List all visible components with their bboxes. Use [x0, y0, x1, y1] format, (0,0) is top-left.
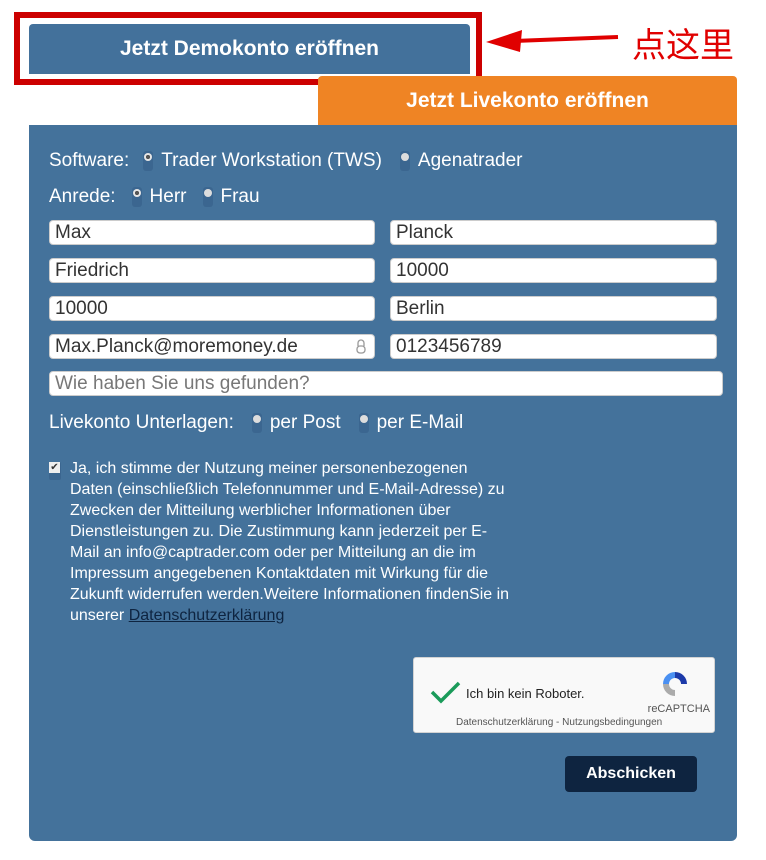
lock-icon [356, 339, 366, 354]
radio-agenatrader-label: Agenatrader [417, 150, 523, 171]
open-demo-account-tab[interactable]: Jetzt Demokonto eröffnen [29, 24, 470, 74]
recaptcha-widget[interactable]: Ich bin kein Roboter. reCAPTCHA Datensch… [413, 657, 715, 733]
radio-tws[interactable] [143, 151, 154, 171]
consent-body: Ja, ich stimme der Nutzung meiner person… [70, 460, 510, 624]
phone-input[interactable]: 0123456789 [390, 334, 717, 359]
checkmark-icon: ✔ [49, 462, 60, 473]
salutation-row: Anrede: Herr Frau [49, 186, 260, 208]
last-name-input[interactable]: Planck [390, 220, 717, 245]
privacy-policy-link[interactable]: Datenschutzerklärung [129, 607, 285, 624]
software-label: Software: [49, 150, 130, 171]
radio-herr-label: Herr [149, 186, 187, 207]
house-number-input[interactable]: 10000 [390, 258, 717, 283]
zip-input[interactable]: 10000 [49, 296, 375, 321]
recaptcha-label: Ich bin kein Roboter. [466, 686, 585, 701]
source-input[interactable]: Wie haben Sie uns gefunden? [49, 371, 723, 396]
documents-label: Livekonto Unterlagen: [49, 412, 234, 433]
recaptcha-links[interactable]: Datenschutzerklärung - Nutzungsbedingung… [456, 717, 662, 728]
documents-row: Livekonto Unterlagen: per Post per E-Mai… [49, 412, 463, 434]
street-input[interactable]: Friedrich [49, 258, 375, 283]
annotation-text: 点这里 [632, 26, 734, 66]
submit-button[interactable]: Abschicken [565, 756, 697, 792]
radio-per-post-label: per Post [269, 412, 341, 433]
radio-per-post[interactable] [251, 413, 262, 433]
consent-checkbox[interactable]: ✔ [49, 462, 61, 480]
radio-agenatrader[interactable] [399, 151, 410, 171]
recaptcha-brand: reCAPTCHA [647, 703, 710, 715]
radio-frau-label: Frau [220, 186, 260, 207]
first-name-input[interactable]: Max [49, 220, 375, 245]
radio-per-email[interactable] [358, 413, 369, 433]
radio-tws-label: Trader Workstation (TWS) [161, 150, 382, 171]
salutation-label: Anrede: [49, 186, 116, 207]
arrow-left-icon [486, 30, 619, 52]
email-input[interactable]: Max.Planck@moremoney.de [49, 334, 375, 359]
city-input[interactable]: Berlin [390, 296, 717, 321]
check-icon [430, 681, 461, 704]
software-row: Software: Trader Workstation (TWS) Agena… [49, 150, 523, 172]
radio-frau[interactable] [202, 187, 213, 207]
open-live-account-tab[interactable]: Jetzt Livekonto eröffnen [318, 76, 737, 125]
radio-per-email-label: per E-Mail [376, 412, 464, 433]
radio-herr[interactable] [131, 187, 142, 207]
consent-text: Ja, ich stimme der Nutzung meiner person… [70, 458, 510, 626]
recaptcha-logo-icon [663, 672, 687, 696]
